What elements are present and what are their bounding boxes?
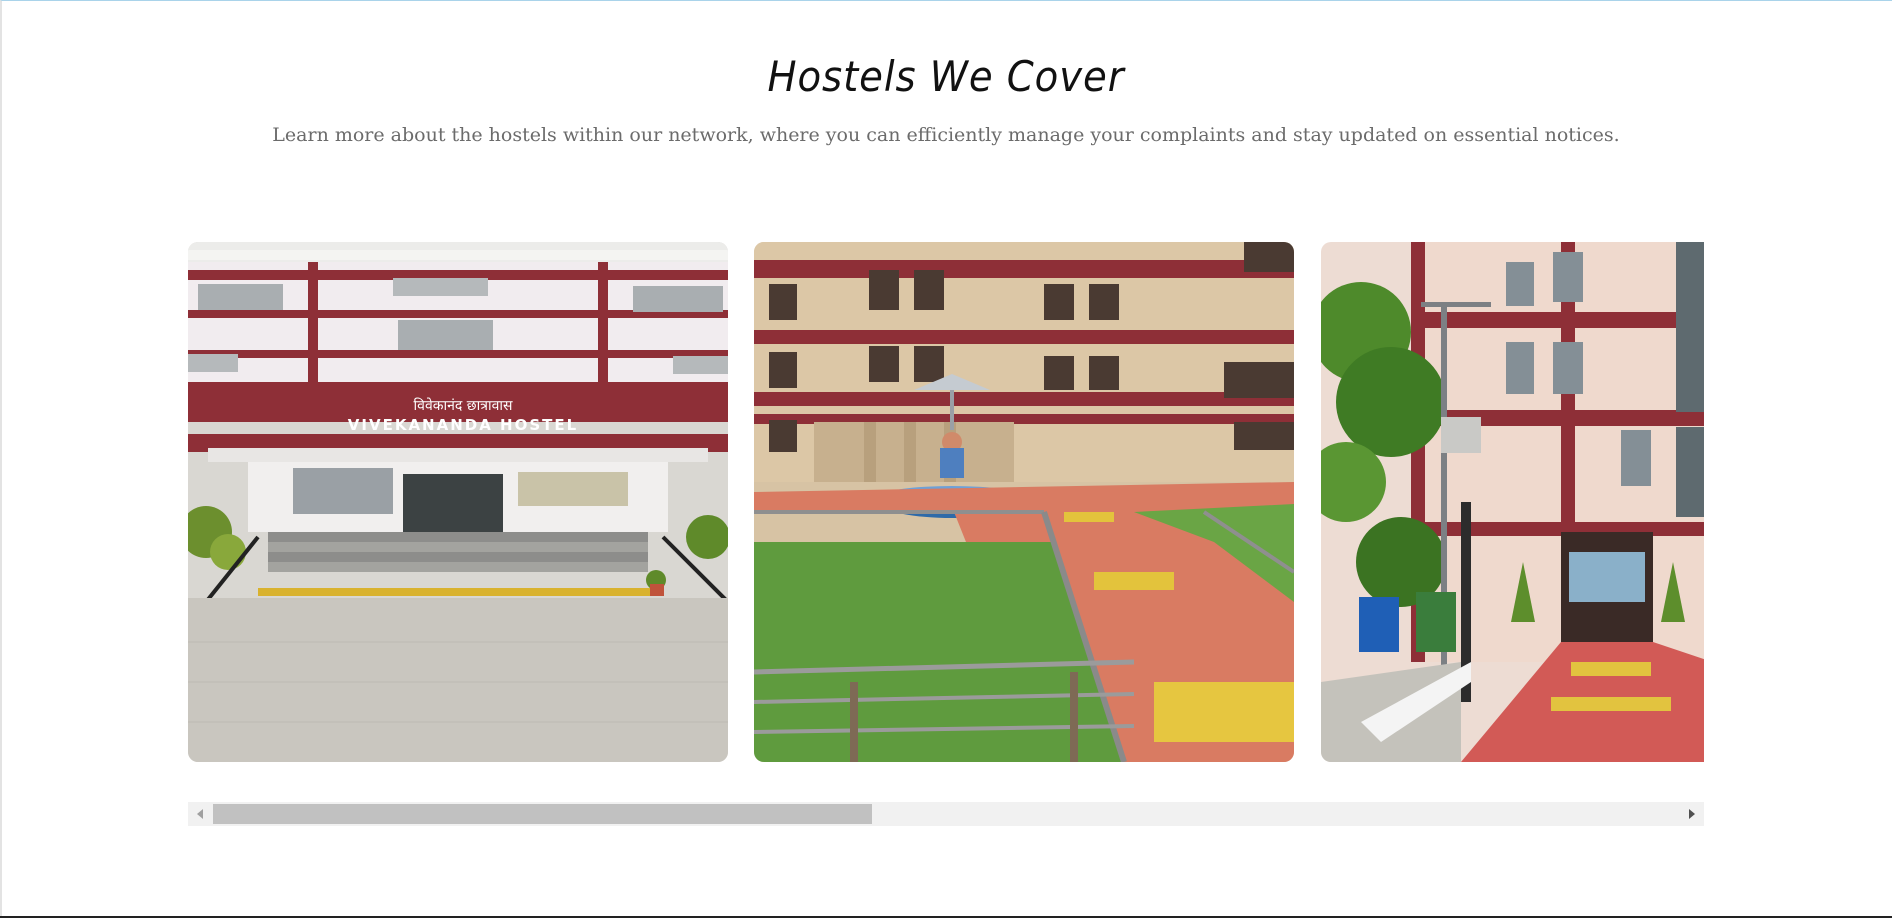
section-subtitle: Learn more about the hostels within our … — [272, 124, 1620, 146]
hostel-gallery[interactable]: विवेकानंद छात्रावास VIVEKANANDA HOSTEL — [188, 242, 1704, 762]
section-title: Hostels We Cover — [767, 52, 1125, 101]
scroll-left-button[interactable] — [188, 802, 212, 826]
triangle-left-icon — [197, 809, 203, 819]
hostel-photo-1: विवेकानंद छात्रावास VIVEKANANDA HOSTEL — [188, 242, 728, 762]
hostel-sign-hindi: विवेकानंद छात्रावास — [414, 397, 513, 414]
hostel-card[interactable]: विवेकानंद छात्रावास VIVEKANANDA HOSTEL — [188, 242, 728, 762]
scroll-thumb[interactable] — [213, 804, 872, 824]
hostel-sign-english: VIVEKANANDA HOSTEL — [348, 416, 578, 434]
hostel-card[interactable] — [1321, 242, 1704, 762]
triangle-right-icon — [1689, 809, 1695, 819]
hostel-photo-2 — [754, 242, 1294, 762]
scroll-right-button[interactable] — [1680, 802, 1704, 826]
gallery-scrollbar[interactable] — [188, 802, 1704, 826]
hostel-photo-3 — [1321, 242, 1704, 762]
hostel-card[interactable] — [754, 242, 1294, 762]
